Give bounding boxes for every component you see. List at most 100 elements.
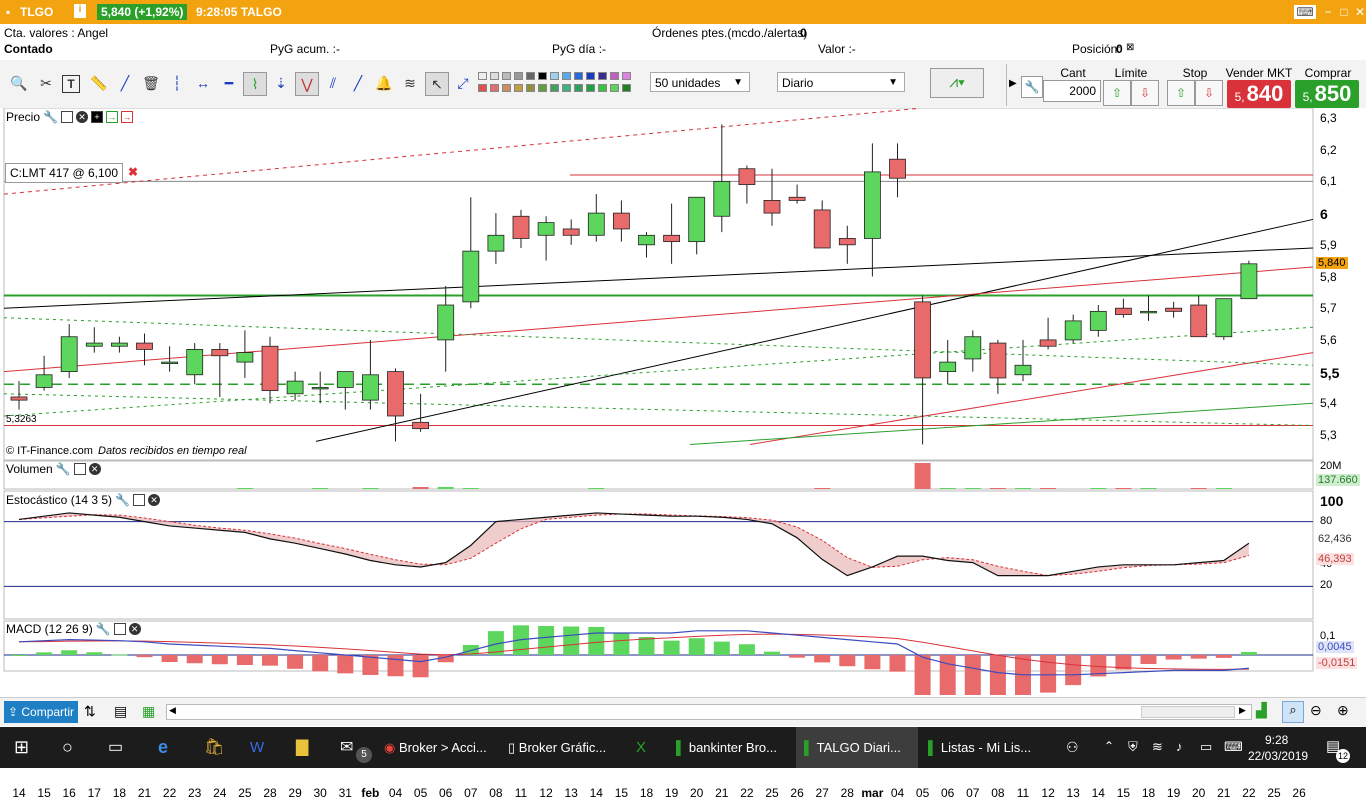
template-icon[interactable]: ▦ xyxy=(142,703,155,720)
palette-swatch[interactable] xyxy=(526,72,535,80)
palette-swatch[interactable] xyxy=(622,84,631,92)
task-listas[interactable]: ▌ Listas - Mi Lis... xyxy=(928,727,1046,768)
palette-swatch[interactable] xyxy=(538,84,547,92)
palette-swatch[interactable] xyxy=(490,84,499,92)
fan-icon[interactable]: ⋁ xyxy=(295,72,319,96)
horizontal-ray-icon[interactable]: ━ xyxy=(218,72,240,94)
chart-icon[interactable]: ▟ xyxy=(1256,702,1267,719)
add-icon[interactable]: + xyxy=(90,111,103,123)
task-chrome[interactable]: ◉ Broker > Acci... xyxy=(384,727,502,768)
shield-icon[interactable]: ⛨ xyxy=(1128,739,1138,755)
maximize-button[interactable]: □ xyxy=(1336,5,1352,19)
palette-swatch[interactable] xyxy=(490,72,499,80)
chart-canvas[interactable] xyxy=(0,108,1366,695)
close-icon[interactable]: ✕ xyxy=(88,463,101,475)
limit-sell-icon[interactable]: ⇩ xyxy=(1131,80,1159,106)
period-select[interactable]: Diario ▼ xyxy=(777,72,905,92)
palette-swatch[interactable] xyxy=(562,84,571,92)
limit-buy-icon[interactable]: ⇧ xyxy=(1103,80,1131,106)
cancel-order-icon[interactable]: ✖ xyxy=(128,165,138,179)
palette-swatch[interactable] xyxy=(478,84,487,92)
window-icon[interactable] xyxy=(73,463,86,475)
palette-swatch[interactable] xyxy=(502,84,511,92)
excel-icon[interactable]: X xyxy=(636,727,646,768)
palette-swatch[interactable] xyxy=(574,72,583,80)
stop-sell-icon[interactable]: ⇩ xyxy=(1195,80,1223,106)
mail-icon[interactable]: ✉ xyxy=(340,727,353,768)
sell-market-button[interactable]: 5,840 xyxy=(1227,80,1291,108)
edge-icon[interactable]: e xyxy=(158,727,168,768)
task-view-icon[interactable]: ▭ xyxy=(108,727,123,768)
palette-swatch[interactable] xyxy=(550,84,559,92)
battery-icon[interactable]: ▭ xyxy=(1200,739,1212,755)
vertical-marker-icon[interactable]: ⇣ xyxy=(270,72,292,94)
indicator-icon[interactable]: ≋ xyxy=(399,72,421,94)
horizontal-scrollbar[interactable]: ◀ ▶ xyxy=(166,704,1252,720)
close-icon[interactable]: ✕ xyxy=(128,623,141,635)
word-icon[interactable]: W xyxy=(250,727,264,768)
channel-icon[interactable]: ⌇ xyxy=(243,72,267,96)
palette-swatch[interactable] xyxy=(586,84,595,92)
windows-start-icon[interactable]: ⊞ xyxy=(14,727,29,768)
wifi-icon[interactable]: ≋ xyxy=(1152,739,1163,755)
wrench-icon[interactable]: 🔧 xyxy=(43,110,58,124)
buy-market-button[interactable]: 5,850 xyxy=(1295,80,1359,108)
palette-swatch[interactable] xyxy=(478,72,487,80)
people-icon[interactable]: ⚇ xyxy=(1066,739,1079,756)
zoom-area-icon[interactable]: ⌕ xyxy=(1282,701,1304,723)
close-icon[interactable]: ✕ xyxy=(148,494,161,506)
palette-swatch[interactable] xyxy=(514,72,523,80)
window-icon[interactable] xyxy=(113,623,126,635)
keyboard-icon[interactable]: ⌨ xyxy=(1224,739,1243,755)
zoom-out-icon[interactable]: ⊖ xyxy=(1310,702,1322,719)
zoom-in-icon[interactable]: ⊕ xyxy=(1337,702,1349,719)
palette-swatch[interactable] xyxy=(610,84,619,92)
minimize-button[interactable]: − xyxy=(1320,5,1336,19)
palette-swatch[interactable] xyxy=(514,84,523,92)
wrench-icon[interactable]: 🔧 xyxy=(1021,76,1043,98)
palette-swatch[interactable] xyxy=(574,84,583,92)
info-icon[interactable]: i xyxy=(74,4,86,18)
palette-swatch[interactable] xyxy=(502,72,511,80)
palette-swatch[interactable] xyxy=(538,72,547,80)
chart-area[interactable]: Precio 🔧 ✕ + → → C:LMT 417 @ 6,100 ✖ 5,3… xyxy=(0,108,1366,800)
compare-icon[interactable]: ⇅ xyxy=(84,703,96,720)
scroll-thumb[interactable] xyxy=(1141,706,1235,718)
palette-swatch[interactable] xyxy=(622,72,631,80)
trash-icon[interactable]: 🗑 xyxy=(140,72,162,94)
chevron-up-icon[interactable]: ⌃ xyxy=(1104,739,1114,753)
palette-swatch[interactable] xyxy=(610,72,619,80)
task-bankinter[interactable]: ▌ bankinter Bro... xyxy=(676,727,794,768)
tools-icon[interactable]: ✂ xyxy=(35,72,57,94)
horizontal-line-icon[interactable]: ↔ xyxy=(192,72,214,94)
palette-swatch[interactable] xyxy=(562,72,571,80)
units-select[interactable]: 50 unidades ▼ xyxy=(650,72,750,92)
search-icon[interactable]: ○ xyxy=(62,727,73,768)
position-close-icon[interactable]: ⊠ xyxy=(1126,42,1134,53)
close-button[interactable]: ✕ xyxy=(1352,5,1366,19)
keyboard-icon[interactable]: ⌨ xyxy=(1294,5,1316,19)
list-icon[interactable]: ▤ xyxy=(114,703,127,720)
folder-icon[interactable]: ▇ xyxy=(296,727,308,768)
export-icon[interactable]: → xyxy=(105,111,118,123)
task-broker-grafico[interactable]: ▯ Broker Gráfic... xyxy=(508,727,638,768)
window-icon[interactable] xyxy=(133,494,146,506)
clock-date[interactable]: 22/03/2019 xyxy=(1248,749,1308,763)
palette-swatch[interactable] xyxy=(550,72,559,80)
palette-swatch[interactable] xyxy=(526,84,535,92)
ruler-icon[interactable]: 📏 xyxy=(88,72,110,94)
close-icon[interactable]: ✕ xyxy=(75,111,88,123)
draw-line-icon[interactable]: ╱ xyxy=(347,72,369,94)
remove-icon[interactable]: → xyxy=(120,111,133,123)
task-talgo[interactable]: ▌ TALGO Diari... xyxy=(796,727,918,768)
clock-time[interactable]: 9:28 xyxy=(1265,733,1288,747)
trendline-icon[interactable]: ╱ xyxy=(114,72,136,94)
expand-icon[interactable]: ⤢ xyxy=(452,72,474,94)
palette-swatch[interactable] xyxy=(586,72,595,80)
zoom-icon[interactable]: 🔍 xyxy=(8,72,30,94)
window-icon[interactable] xyxy=(60,111,73,123)
share-button[interactable]: ⇪ Compartir xyxy=(4,701,78,723)
palette-swatch[interactable] xyxy=(598,72,607,80)
store-icon[interactable]: 🛍 xyxy=(204,727,224,768)
pointer-icon[interactable]: ↖ xyxy=(425,72,449,96)
